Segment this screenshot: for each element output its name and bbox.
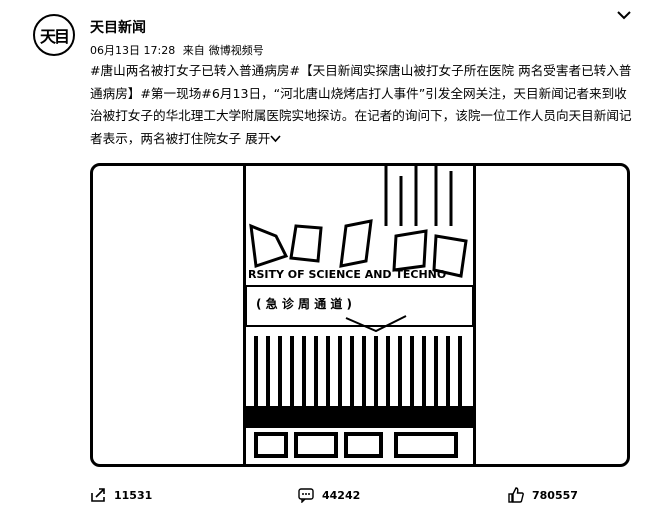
source-prefix: 来自 (182, 44, 205, 57)
video-sign-chinese: ( 急 诊 周 通 道 ) (256, 296, 352, 311)
video-blur-right (473, 166, 627, 464)
post-meta: 06月13日 17:28 来自 微博视频号 (90, 42, 268, 58)
comment-button[interactable]: 44242 (298, 487, 360, 503)
chevron-down-icon (270, 134, 281, 142)
avatar[interactable]: 天目 (33, 14, 75, 56)
post-body: #唐山两名被打女子已转入普通病房#【天目新闻实探唐山被打女子所在医院 两名受害者… (90, 63, 632, 146)
avatar-text: 天目 (39, 27, 70, 46)
video-player[interactable]: RSITY OF SCIENCE AND TECHNO ( 急 诊 周 通 道 … (90, 163, 630, 467)
expand-link[interactable]: 展开 (245, 131, 281, 146)
like-button[interactable]: 780557 (508, 487, 578, 503)
video-frame: RSITY OF SCIENCE AND TECHNO ( 急 诊 周 通 道 … (245, 166, 474, 464)
video-blur-left (93, 166, 246, 464)
comment-icon (298, 488, 314, 503)
post-date: 06月13日 17:28 (90, 44, 176, 57)
post-text: #唐山两名被打女子已转入普通病房#【天目新闻实探唐山被打女子所在医院 两名受害者… (90, 60, 635, 150)
like-icon (508, 487, 524, 503)
repost-button[interactable]: 11531 (90, 487, 152, 503)
author-name[interactable]: 天目新闻 (90, 17, 146, 37)
like-count: 780557 (532, 488, 578, 502)
video-sign-english: RSITY OF SCIENCE AND TECHNO (248, 268, 446, 281)
comment-count: 44242 (322, 488, 361, 502)
action-bar: 11531 44242 780557 (0, 487, 646, 507)
share-icon (91, 488, 105, 502)
repost-count: 11531 (114, 488, 153, 502)
video-thumbnail: RSITY OF SCIENCE AND TECHNO ( 急 诊 周 通 道 … (245, 166, 474, 464)
chevron-down-icon[interactable] (617, 8, 631, 24)
source-link[interactable]: 微博视频号 (209, 44, 264, 57)
